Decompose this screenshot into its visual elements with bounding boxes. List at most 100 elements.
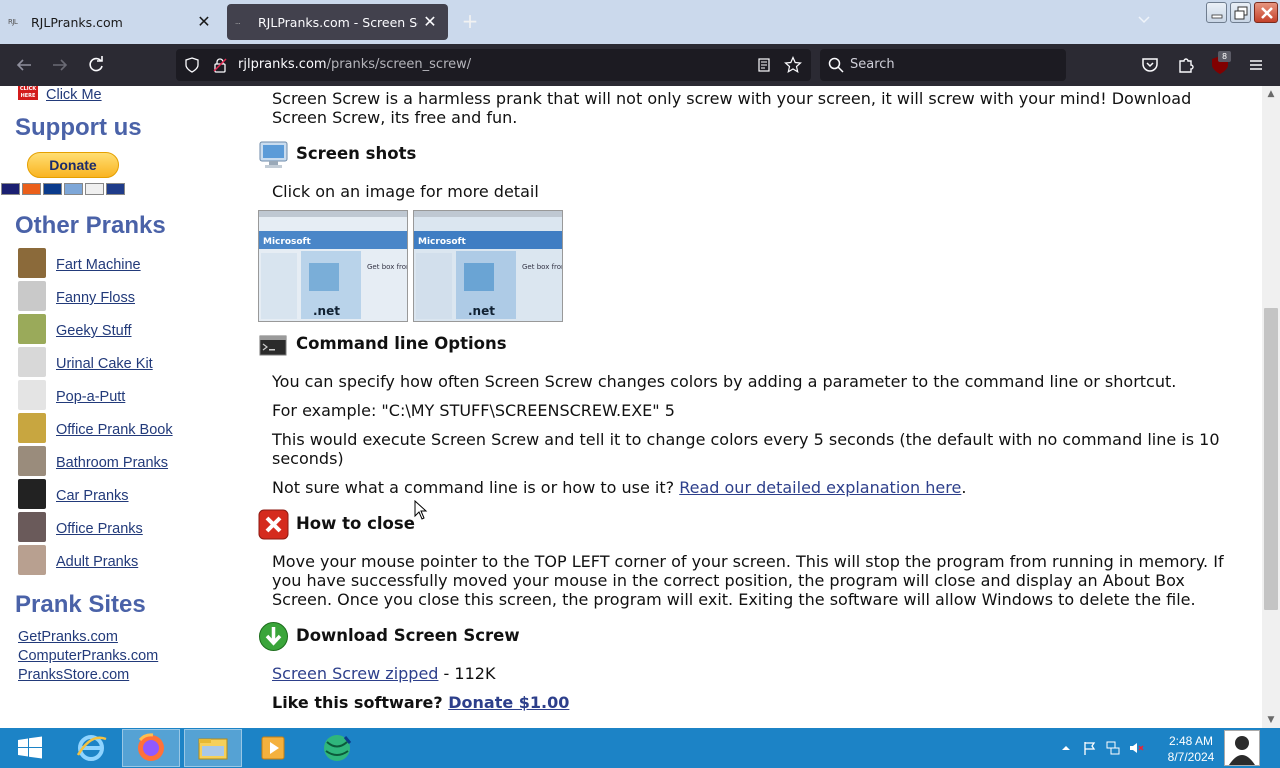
click-me-banner-image[interactable]: CLICK HERE — [18, 86, 38, 100]
volume-muted-icon[interactable] — [1128, 740, 1144, 756]
prank-link[interactable]: Fart Machine — [56, 257, 141, 273]
internet-explorer-icon[interactable] — [62, 729, 120, 767]
prank-link[interactable]: Urinal Cake Kit — [56, 356, 153, 372]
windows-start-icon[interactable] — [4, 729, 62, 767]
tab-title: RJLPranks.com — [31, 14, 123, 30]
command-line-heading: Command line Options — [296, 334, 507, 353]
lock-icon[interactable] — [212, 57, 228, 77]
other-prank-item[interactable]: Office Prank Book — [18, 413, 238, 445]
search-bar[interactable]: Search — [820, 49, 1066, 81]
other-prank-item[interactable]: Urinal Cake Kit — [18, 347, 238, 379]
prank-link[interactable]: Office Prank Book — [56, 422, 173, 438]
like-software-line: Like this software? Donate $1.00 — [272, 693, 569, 712]
site-link-computerpranks[interactable]: ComputerPranks.com — [18, 648, 158, 664]
prank-thumbnail[interactable] — [18, 347, 46, 377]
action-center-flag-icon[interactable] — [1082, 740, 1098, 756]
screenshot-thumbnail-1[interactable]: Microsoft .net Get box from power users — [258, 210, 408, 322]
prank-link[interactable]: Office Pranks — [56, 521, 143, 537]
url-domain: rjlpranks.com — [238, 57, 327, 72]
click-me-link[interactable]: Click Me — [46, 87, 102, 103]
firefox-taskbar-icon[interactable] — [122, 729, 180, 767]
bookmark-star-icon[interactable] — [784, 56, 802, 78]
prank-thumbnail[interactable] — [18, 281, 46, 311]
paypal-donate-button[interactable]: Donate — [27, 152, 119, 178]
window-restore-button[interactable] — [1230, 2, 1251, 23]
tab-list-chevron-icon[interactable] — [1134, 12, 1154, 32]
pocket-icon[interactable] — [1138, 53, 1162, 77]
prank-thumbnail[interactable] — [18, 380, 46, 410]
media-player-icon[interactable] — [244, 729, 302, 767]
url-text[interactable]: rjlpranks.com/pranks/screen_screw/ — [238, 57, 471, 72]
command-line-paragraph-1: You can specify how often Screen Screw c… — [272, 372, 1177, 391]
tab-close-icon[interactable]: ✕ — [418, 14, 442, 30]
prank-link[interactable]: Bathroom Pranks — [56, 455, 168, 471]
command-line-help-text: Not sure what a command line is or how t… — [272, 478, 680, 497]
reload-icon[interactable] — [84, 53, 108, 77]
download-zip-link[interactable]: Screen Screw zipped — [272, 664, 438, 683]
other-prank-item[interactable]: Bathroom Pranks — [18, 446, 238, 478]
other-prank-item[interactable]: Fanny Floss — [18, 281, 238, 313]
prank-thumbnail[interactable] — [18, 446, 46, 476]
prank-link[interactable]: Pop-a-Putt — [56, 389, 125, 405]
prank-thumbnail[interactable] — [18, 545, 46, 575]
other-prank-item[interactable]: Adult Pranks — [18, 545, 238, 577]
tracking-shield-icon[interactable] — [184, 57, 200, 77]
user-avatar[interactable] — [1224, 730, 1260, 766]
download-heading: Download Screen Screw — [296, 626, 520, 645]
new-tab-icon[interactable]: + — [458, 10, 482, 34]
prank-thumbnail[interactable] — [18, 512, 46, 542]
download-line: Screen Screw zipped - 112K — [272, 664, 495, 683]
hamburger-menu-icon[interactable] — [1244, 53, 1268, 77]
extensions-puzzle-icon[interactable] — [1174, 53, 1198, 77]
globe-app-icon[interactable] — [308, 729, 366, 767]
scroll-up-arrow-icon[interactable]: ▲ — [1265, 88, 1277, 100]
prank-thumbnail[interactable] — [18, 479, 46, 509]
screenshot-net-text: .net — [313, 304, 340, 318]
visa-card-icon — [1, 183, 20, 195]
prank-link[interactable]: Adult Pranks — [56, 554, 138, 570]
url-path: /pranks/screen_screw/ — [326, 57, 472, 72]
scroll-down-arrow-icon[interactable]: ▼ — [1265, 714, 1277, 726]
prank-link[interactable]: Fanny Floss — [56, 290, 135, 306]
donate-link[interactable]: Donate $1.00 — [448, 693, 569, 712]
download-size: - 112K — [438, 664, 496, 683]
window-close-button[interactable] — [1254, 2, 1278, 23]
other-prank-item[interactable]: Office Pranks — [18, 512, 238, 544]
prank-link[interactable]: Geeky Stuff — [56, 323, 132, 339]
monitor-icon — [258, 139, 289, 170]
prank-thumbnail[interactable] — [18, 248, 46, 278]
address-bar[interactable]: rjlpranks.com/pranks/screen_screw/ — [176, 49, 811, 81]
prank-link[interactable]: Car Pranks — [56, 488, 129, 504]
mouse-cursor-icon — [414, 499, 428, 520]
other-prank-item[interactable]: Pop-a-Putt — [18, 380, 238, 412]
download-arrow-icon — [258, 621, 289, 652]
jcb-card-icon — [106, 183, 125, 195]
other-prank-item[interactable]: Car Pranks — [18, 479, 238, 511]
vertical-scrollbar[interactable]: ▲ ▼ — [1262, 86, 1280, 728]
sidebar: CLICK HERE Click Me Support us Donate Ot… — [0, 86, 240, 728]
back-arrow-icon[interactable] — [12, 53, 36, 77]
tab-screen-screw[interactable]: ... RJLPranks.com - Screen Screw ✕ — [227, 4, 448, 40]
file-explorer-icon[interactable] — [184, 729, 242, 767]
prank-thumbnail[interactable] — [18, 314, 46, 344]
command-line-explanation-link[interactable]: Read our detailed explanation here — [679, 478, 961, 497]
scrollbar-thumb[interactable] — [1264, 308, 1278, 610]
other-prank-item[interactable]: Fart Machine — [18, 248, 238, 280]
tray-overflow-arrow-icon[interactable] — [1058, 740, 1074, 756]
system-clock[interactable]: 2:48 AM 8/7/2024 — [1160, 733, 1222, 765]
site-link-pranksstore[interactable]: PranksStore.com — [18, 667, 129, 683]
site-link-getpranks[interactable]: GetPranks.com — [18, 629, 118, 645]
tab-close-icon[interactable]: ✕ — [192, 14, 216, 30]
prank-thumbnail[interactable] — [18, 413, 46, 443]
mastercard-icon — [22, 183, 41, 195]
how-to-close-heading: How to close — [296, 514, 415, 533]
forward-arrow-icon[interactable] — [48, 53, 72, 77]
network-icon[interactable] — [1105, 740, 1121, 756]
tab-strip: RJL RJLPranks.com ✕ ... RJLPranks.com - … — [0, 0, 1280, 44]
window-minimize-button[interactable] — [1206, 2, 1227, 23]
extension-badge: 8 — [1218, 51, 1231, 62]
other-prank-item[interactable]: Geeky Stuff — [18, 314, 238, 346]
reader-view-icon[interactable] — [756, 57, 772, 77]
tab-rjlpranks[interactable]: RJL RJLPranks.com ✕ — [0, 4, 222, 40]
screenshot-thumbnail-2[interactable]: Microsoft .net Get box from power users — [413, 210, 563, 322]
